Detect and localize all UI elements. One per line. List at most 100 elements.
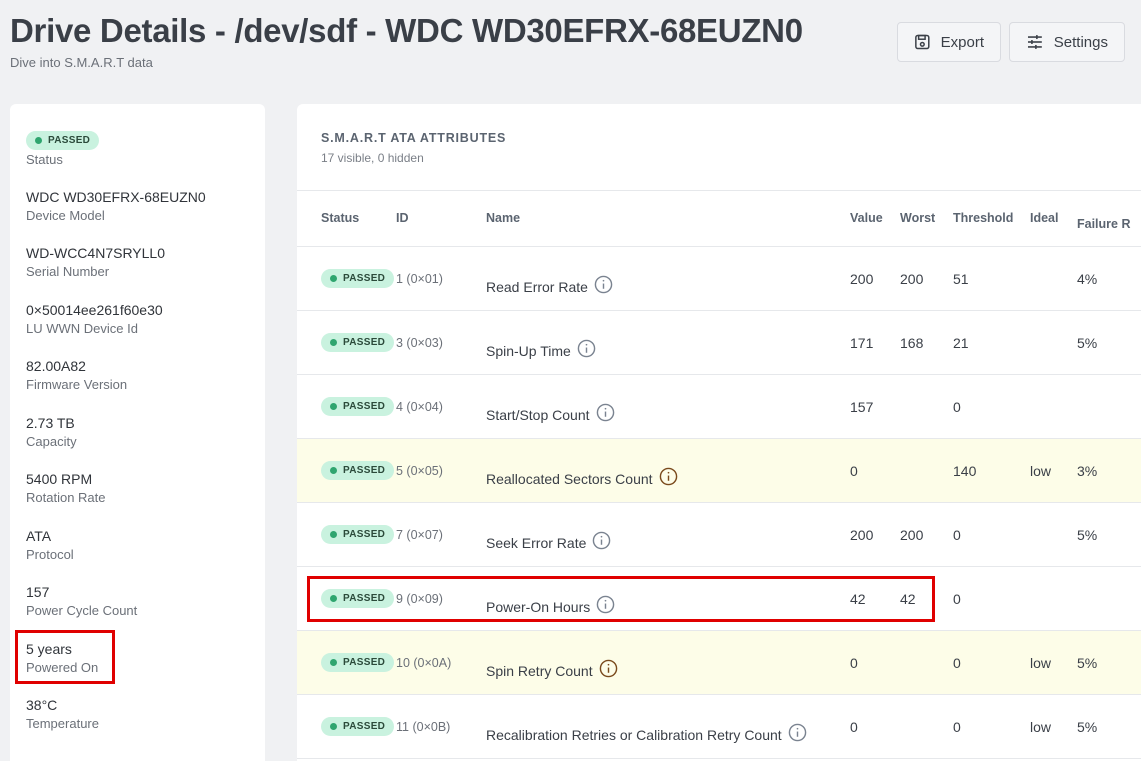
attribute-failure-rate: 3% (1077, 463, 1098, 479)
summary-status-label: Status (26, 152, 63, 167)
attribute-threshold: 0 (953, 655, 961, 671)
attribute-value: 0 (850, 463, 858, 479)
summary-value: 2.73 TB (26, 415, 75, 431)
attribute-failure-rate: 5% (1077, 527, 1098, 543)
page-subtitle: Dive into S.M.A.R.T data (10, 55, 153, 70)
summary-label: LU WWN Device Id (26, 321, 138, 336)
attribute-ideal: low (1030, 719, 1052, 735)
status-badge: PASSED (321, 717, 395, 736)
status-badge-label: PASSED (343, 657, 386, 668)
summary-firmware: 82.00A82 Firmware Version (26, 358, 127, 392)
table-row[interactable]: PASSED 9 (0×09) Power-On Hours 42 42 0 (297, 567, 1141, 631)
summary-label: Protocol (26, 547, 74, 562)
summary-temperature: 38°C Temperature (26, 697, 99, 731)
status-dot-icon (330, 275, 337, 282)
info-icon[interactable] (599, 659, 618, 678)
status-badge: PASSED (321, 333, 395, 352)
table-row[interactable]: PASSED 4 (0×04) Start/Stop Count 157 0 (297, 375, 1141, 439)
status-badge: PASSED (321, 653, 395, 672)
column-header-ideal[interactable]: Ideal (1030, 211, 1059, 225)
summary-value: 5400 RPM (26, 471, 93, 487)
attribute-value: 157 (850, 399, 874, 415)
summary-value: 38°C (26, 697, 58, 713)
attribute-ideal: low (1030, 463, 1052, 479)
attribute-id: 10 (0×0A) (396, 656, 452, 670)
summary-value: 5 years (26, 641, 72, 657)
attribute-value: 0 (850, 655, 858, 671)
info-icon[interactable] (659, 467, 678, 486)
info-icon[interactable] (788, 723, 807, 742)
attribute-id: 11 (0×0B) (396, 720, 451, 734)
column-header-worst[interactable]: Worst (900, 211, 935, 225)
status-dot-icon (330, 339, 337, 346)
attribute-failure-rate: 4% (1077, 271, 1098, 287)
status-badge: PASSED (26, 131, 100, 150)
column-header-value[interactable]: Value (850, 211, 883, 225)
attribute-id: 9 (0×09) (396, 592, 443, 606)
status-dot-icon (330, 531, 337, 538)
attribute-name-cell: Reallocated Sectors Count (486, 467, 678, 487)
attribute-value: 200 (850, 527, 874, 543)
attribute-name: Read Error Rate (486, 279, 588, 295)
summary-value: 82.00A82 (26, 358, 86, 374)
summary-label: Device Model (26, 208, 105, 223)
attribute-id: 3 (0×03) (396, 336, 443, 350)
summary-powered-on: 5 years Powered On (26, 641, 98, 675)
summary-capacity: 2.73 TB Capacity (26, 415, 77, 449)
status-dot-icon (330, 595, 337, 602)
attributes-subtitle: 17 visible, 0 hidden (321, 151, 424, 165)
column-header-id[interactable]: ID (396, 211, 409, 225)
export-button[interactable]: Export (897, 22, 1001, 62)
table-row[interactable]: PASSED 10 (0×0A) Spin Retry Count 0 0 low 5% (297, 631, 1141, 695)
status-dot-icon (330, 467, 337, 474)
status-badge: PASSED (321, 269, 395, 288)
table-header: Status ID Name Value Worst Threshold Ide… (297, 190, 1141, 247)
info-icon[interactable] (596, 595, 615, 614)
column-header-failure-rate[interactable]: Failure R (1077, 217, 1131, 231)
status-dot-icon (35, 137, 42, 144)
status-badge-label: PASSED (343, 593, 386, 604)
column-header-name[interactable]: Name (486, 211, 520, 225)
table-row[interactable]: PASSED 7 (0×07) Seek Error Rate 200 200 0 5% (297, 503, 1141, 567)
attribute-name-cell: Spin Retry Count (486, 659, 618, 679)
attribute-id: 5 (0×05) (396, 464, 443, 478)
info-icon[interactable] (577, 339, 596, 358)
smart-attributes-card: S.M.A.R.T ATA ATTRIBUTES 17 visible, 0 h… (297, 104, 1141, 761)
attribute-threshold: 140 (953, 463, 977, 479)
attribute-worst: 200 (900, 527, 924, 543)
table-row[interactable]: PASSED 1 (0×01) Read Error Rate 200 200 51 4% (297, 247, 1141, 311)
attribute-worst: 200 (900, 271, 924, 287)
summary-label: Powered On (26, 660, 99, 675)
attribute-value: 171 (850, 335, 874, 351)
attribute-threshold: 21 (953, 335, 969, 351)
info-icon[interactable] (596, 403, 615, 422)
attribute-name: Recalibration Retries or Calibration Ret… (486, 727, 782, 743)
settings-button[interactable]: Settings (1009, 22, 1125, 62)
summary-value: 157 (26, 584, 50, 600)
table-row[interactable]: PASSED 11 (0×0B) Recalibration Retries or … (297, 695, 1141, 759)
table-row[interactable]: PASSED 5 (0×05) Reallocated Sectors Count 0… (297, 439, 1141, 503)
column-header-status[interactable]: Status (321, 211, 359, 225)
attribute-threshold: 51 (953, 271, 969, 287)
summary-device-model: WDC WD30EFRX-68EUZN0 Device Model (26, 189, 206, 223)
attribute-threshold: 0 (953, 399, 961, 415)
status-badge: PASSED (321, 397, 395, 416)
summary-label: Power Cycle Count (26, 603, 138, 618)
attribute-name-cell: Spin-Up Time (486, 339, 596, 359)
attribute-name-cell: Recalibration Retries or Calibration Ret… (486, 723, 807, 743)
column-header-threshold[interactable]: Threshold (953, 211, 1013, 225)
summary-status: PASSED Status (26, 131, 100, 167)
status-dot-icon (330, 723, 337, 730)
status-badge-label: PASSED (343, 337, 386, 348)
info-icon[interactable] (592, 531, 611, 550)
table-row[interactable]: PASSED 3 (0×03) Spin-Up Time 171 168 21 5% (297, 311, 1141, 375)
save-icon (915, 34, 930, 50)
attribute-name-cell: Seek Error Rate (486, 531, 611, 551)
summary-label: Temperature (26, 716, 99, 731)
info-icon[interactable] (594, 275, 613, 294)
attribute-name-cell: Power-On Hours (486, 595, 615, 615)
attribute-threshold: 0 (953, 527, 961, 543)
attribute-failure-rate: 5% (1077, 719, 1098, 735)
attribute-id: 4 (0×04) (396, 400, 443, 414)
summary-value: ATA (26, 528, 52, 544)
